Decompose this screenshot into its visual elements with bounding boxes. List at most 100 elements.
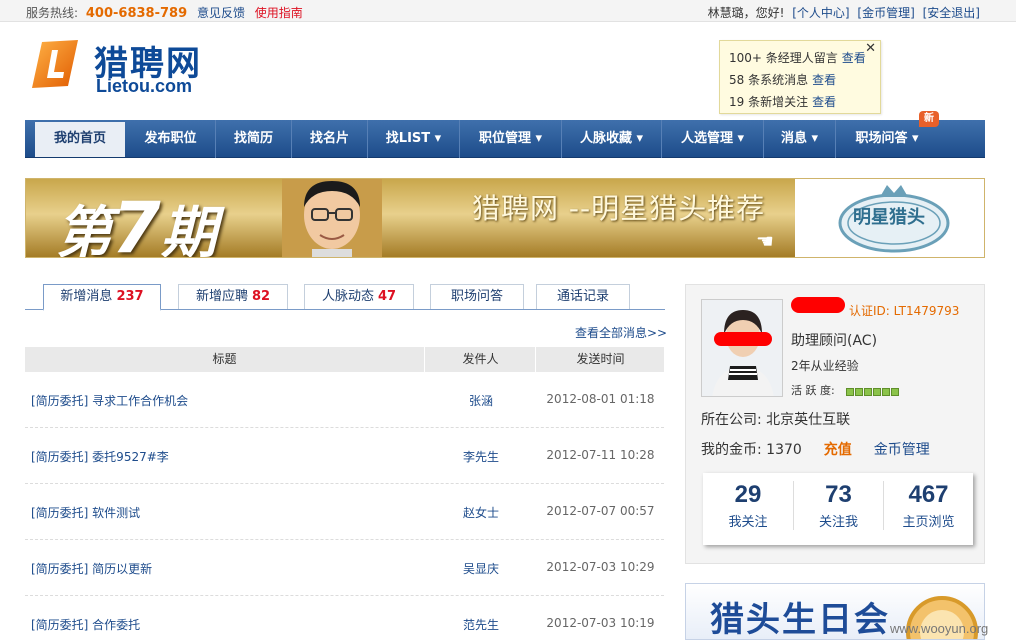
col-sender-header: 发件人	[426, 347, 536, 372]
profile-stats: 29 我关注 73 关注我 467 主页浏览	[703, 473, 973, 545]
hunter-photo	[282, 179, 382, 257]
nav-item-job-manage[interactable]: 职位管理 ▾	[460, 120, 562, 158]
table-row: [简历委托] 寻求工作合作机会 张涵 2012-08-01 01:18	[25, 372, 664, 428]
message-title-link[interactable]: [简历委托] 简历以更新	[31, 560, 152, 577]
notice-view-link[interactable]: 查看	[812, 95, 836, 109]
stat-number: 29	[734, 481, 762, 508]
coin-manage-profile-link[interactable]: 金币管理	[874, 442, 930, 458]
site-logo[interactable]: 猎聘网 Lietou.com	[28, 36, 228, 96]
certification-id: 认证ID: LT1479793	[849, 304, 960, 318]
tab-count: 47	[377, 289, 397, 304]
close-icon[interactable]: ✕	[865, 41, 876, 56]
notice-row: 100+ 条经理人留言 查看	[729, 49, 866, 66]
stat-number: 467	[908, 481, 949, 508]
activity-dot	[864, 388, 872, 396]
message-sender-link[interactable]: 赵女士	[426, 504, 536, 521]
activity-dot	[882, 388, 890, 396]
coin-manage-link[interactable]: [金币管理]	[857, 6, 914, 20]
tab-label: 新增应聘	[195, 289, 248, 304]
col-title-header: 标题	[25, 347, 425, 372]
nav-item-post-job[interactable]: 发布职位	[126, 120, 216, 158]
guide-link[interactable]: 使用指南	[255, 6, 303, 20]
tab-label: 职场问答	[450, 289, 503, 304]
consultant-title: 助理顾问(AC)	[791, 333, 878, 349]
table-row: [简历委托] 合作委托 范先生 2012-07-03 10:19	[25, 596, 664, 640]
profile-card: 认证ID: LT1479793 助理顾问(AC) 2年从业经验 活 跃 度: 所…	[685, 284, 985, 564]
activity-dot	[891, 388, 899, 396]
stat-label: 关注我	[818, 515, 858, 530]
tab-count: 82	[251, 289, 271, 304]
nav-item-candidates[interactable]: 人选管理 ▾	[662, 120, 764, 158]
message-tabs: 新增消息 237 新增应聘 82 人脉动态 47 职场问答 通话记录	[25, 284, 665, 311]
stat-label: 我关注	[728, 515, 768, 530]
activity-dot	[873, 388, 881, 396]
experience-years: 2年从业经验	[791, 359, 859, 373]
message-title-link[interactable]: [简历委托] 委托9527#李	[31, 448, 169, 465]
stat-label: 主页浏览	[902, 515, 955, 530]
hotline-label: 服务热线:	[26, 6, 79, 20]
message-sender-link[interactable]: 范先生	[426, 616, 536, 633]
message-title-link[interactable]: [简历委托] 合作委托	[31, 616, 140, 633]
recharge-link[interactable]: 充值	[824, 442, 852, 458]
message-sender-link[interactable]: 李先生	[426, 448, 536, 465]
banner-seal-box: 明星猎头	[795, 179, 984, 257]
notice-text: 19 条新增关注	[729, 95, 809, 109]
name-redaction	[791, 297, 845, 313]
logo-en-suffix: .com	[150, 76, 193, 96]
message-title-link[interactable]: [简历委托] 软件测试	[31, 504, 140, 521]
message-time: 2012-07-07 00:57	[546, 504, 655, 518]
top-bar-left: 服务热线: 400-6838-789 意见反馈 使用指南	[26, 4, 309, 21]
col-time-header: 发送时间	[576, 352, 625, 366]
notice-view-link[interactable]: 查看	[812, 73, 836, 87]
notice-text: 58 条系统消息	[729, 73, 809, 87]
message-sender-link[interactable]: 张涵	[426, 392, 536, 409]
tab-label: 新增消息	[60, 289, 113, 304]
redaction-bar	[714, 332, 772, 346]
main-nav: 我的首页 发布职位 找简历 找名片 找LIST ▾ 职位管理 ▾ 人脉收藏 ▾ …	[25, 120, 985, 158]
tab-new-applications[interactable]: 新增应聘 82	[178, 284, 288, 309]
nav-item-find-resume[interactable]: 找简历	[216, 120, 292, 158]
view-all-messages-link[interactable]: 查看全部消息>>	[575, 324, 667, 341]
table-header: 标题 发件人 发送时间	[25, 347, 664, 372]
logout-link[interactable]: [安全退出]	[923, 6, 980, 20]
message-time: 2012-07-11 10:28	[546, 448, 655, 462]
tab-qa[interactable]: 职场问答	[430, 284, 524, 309]
banner-issue: 第7期	[56, 187, 217, 258]
coins-balance: 我的金币: 1370	[701, 442, 802, 458]
notification-popup: 100+ 条经理人留言 查看 58 条系统消息 查看 19 条新增关注 查看 ✕	[719, 40, 881, 114]
nav-item-contacts[interactable]: 人脉收藏 ▾	[562, 120, 662, 158]
tab-count: 237	[116, 289, 144, 304]
table-row: [简历委托] 简历以更新 吴显庆 2012-07-03 10:29	[25, 540, 664, 596]
avatar-image	[702, 300, 782, 396]
stat-followers[interactable]: 73 关注我	[793, 481, 883, 530]
nav-item-messages[interactable]: 消息 ▾	[764, 120, 836, 158]
nav-item-find-list[interactable]: 找LIST ▾	[368, 120, 460, 158]
table-row: [简历委托] 委托9527#李 李先生 2012-07-11 10:28	[25, 428, 664, 484]
star-hunter-banner[interactable]: 第7期 猎聘网 --明星猎头推荐 ☚ 明星猎头	[25, 178, 985, 258]
message-sender-link[interactable]: 吴显庆	[426, 560, 536, 577]
tab-contacts-activity[interactable]: 人脉动态 47	[304, 284, 414, 309]
notice-view-link[interactable]: 查看	[842, 51, 866, 65]
personal-center-link[interactable]: [个人中心]	[792, 6, 849, 20]
notice-text: 100+ 条经理人留言	[729, 51, 838, 65]
stat-page-views[interactable]: 467 主页浏览	[883, 481, 973, 530]
tab-new-messages[interactable]: 新增消息 237	[43, 284, 161, 311]
company-info: 所在公司: 北京英仕互联	[701, 412, 851, 428]
tab-label: 人脉动态	[321, 289, 374, 304]
logo-mark-icon	[32, 40, 78, 88]
stat-number: 73	[825, 481, 852, 508]
birthday-banner-text: 猎头生日会	[710, 600, 890, 640]
banner-issue-pre: 第	[56, 201, 112, 258]
feedback-link[interactable]: 意见反馈	[197, 6, 245, 20]
tab-call-records[interactable]: 通话记录	[536, 284, 630, 309]
message-title-link[interactable]: [简历委托] 寻求工作合作机会	[31, 392, 188, 409]
stat-following[interactable]: 29 我关注	[703, 481, 793, 530]
notice-row: 58 条系统消息 查看	[729, 71, 836, 88]
profile-avatar[interactable]	[701, 299, 783, 397]
nav-item-find-card[interactable]: 找名片	[292, 120, 368, 158]
top-bar-right: 林慧璐，您好! [个人中心] [金币管理] [安全退出]	[708, 4, 980, 21]
message-time: 2012-07-03 10:29	[546, 560, 655, 574]
greeting: 林慧璐，您好!	[707, 6, 785, 20]
nav-item-home[interactable]: 我的首页	[35, 122, 125, 157]
hotline-number: 400-6838-789	[85, 6, 188, 21]
